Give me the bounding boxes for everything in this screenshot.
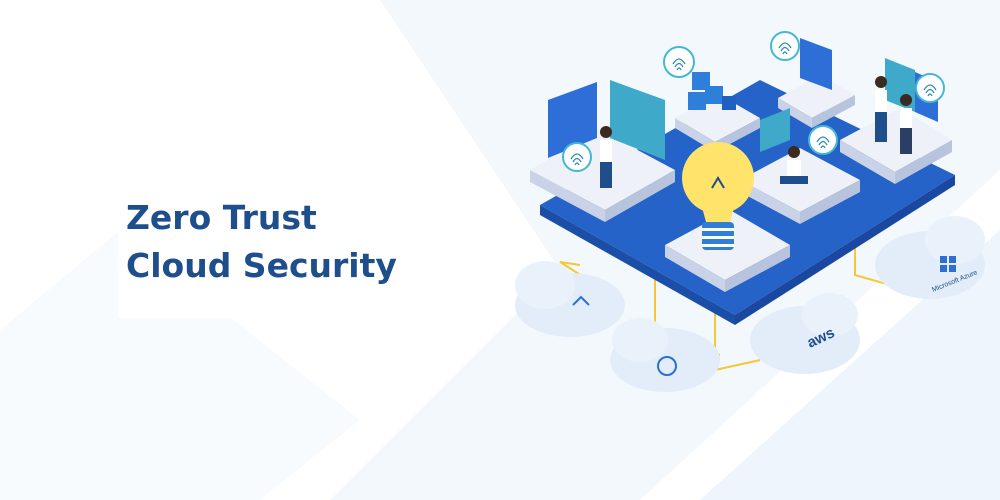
cloud-center: [610, 318, 720, 392]
cloud-azure: [875, 216, 985, 299]
cloud-aws: [750, 293, 860, 374]
cloud-left: [515, 261, 625, 337]
zero-trust-illustration: aws Microsoft Azure: [515, 31, 985, 392]
